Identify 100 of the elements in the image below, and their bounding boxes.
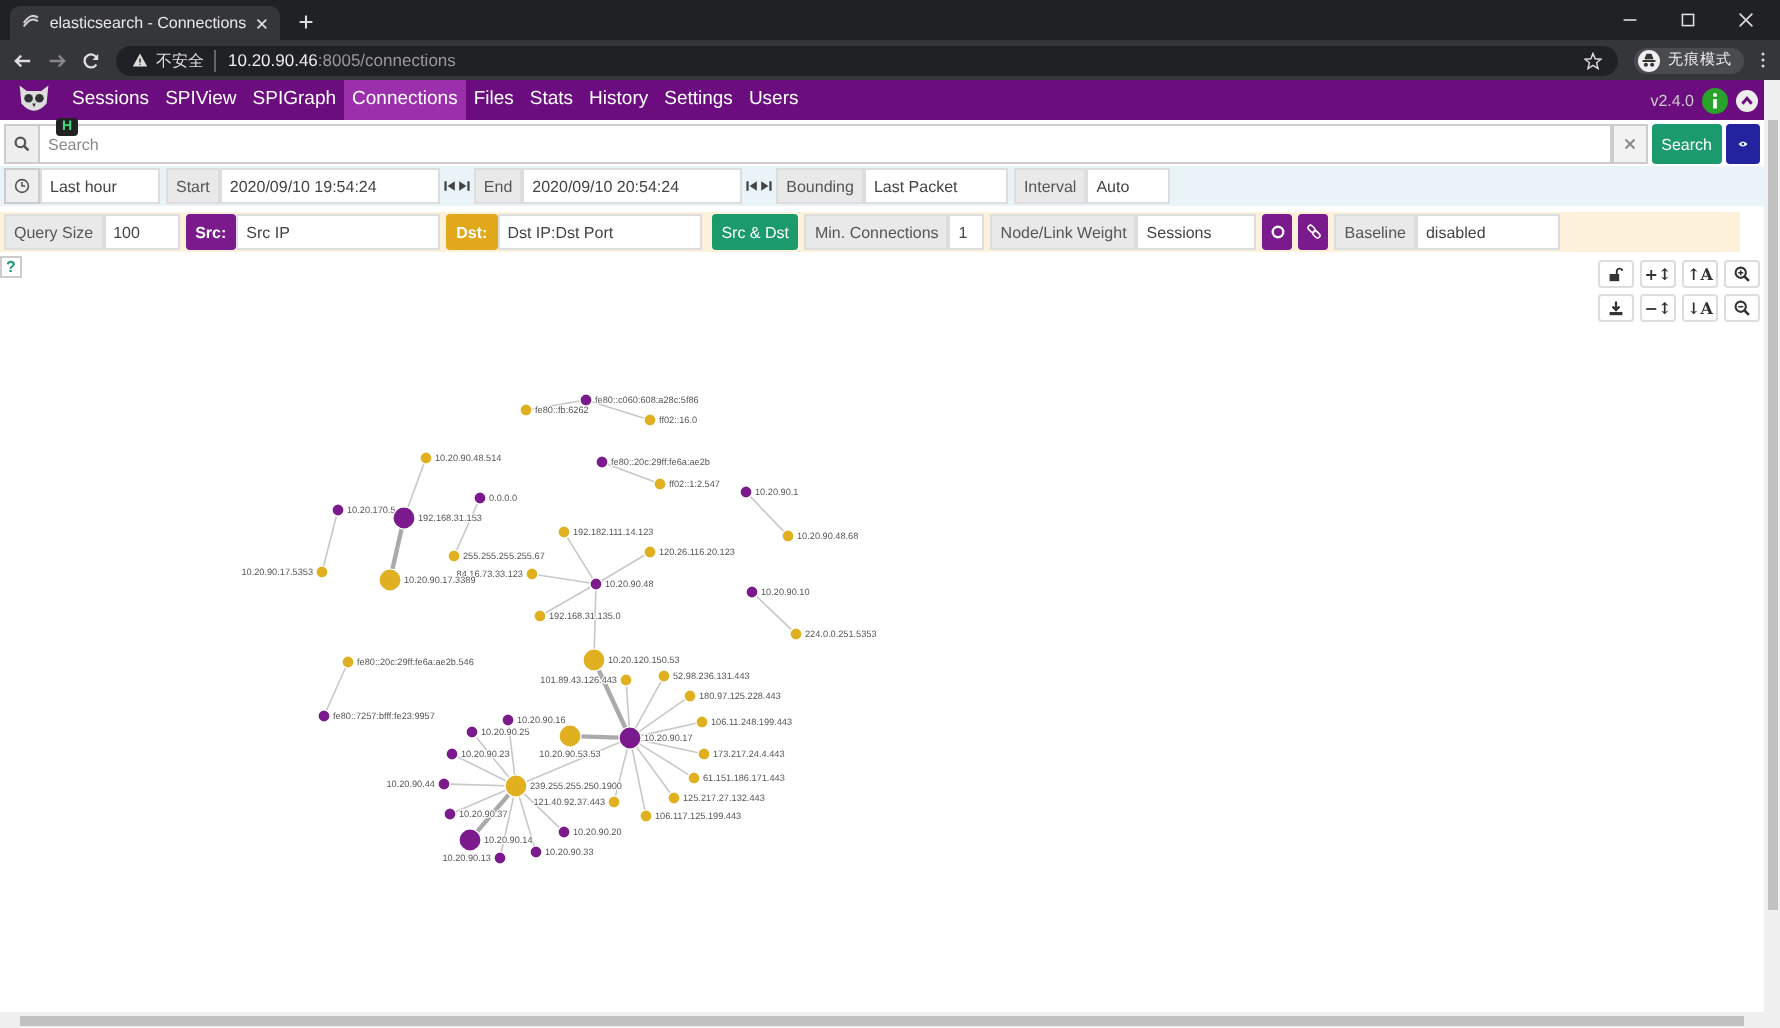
graph-node[interactable] [579, 393, 593, 407]
src-dst-button[interactable]: Src & Dst [711, 214, 799, 250]
graph-node[interactable] [619, 673, 633, 687]
skip-forward-icon [455, 178, 472, 194]
maximize-icon[interactable] [1680, 12, 1696, 28]
graph-node[interactable] [458, 828, 482, 852]
min-connections-select[interactable]: 1 [948, 214, 985, 250]
graph-node[interactable] [341, 655, 355, 669]
graph-control-button[interactable]: −↕ [1640, 294, 1676, 322]
graph-control-button[interactable]: ↑A [1682, 260, 1718, 288]
zoom-out-button[interactable] [1724, 294, 1760, 322]
graph-node[interactable] [525, 567, 539, 581]
graph-node[interactable] [618, 726, 642, 750]
graph-node[interactable] [687, 771, 701, 785]
graph-node[interactable] [683, 689, 697, 703]
graph-node[interactable] [697, 747, 711, 761]
graph-node[interactable] [317, 709, 331, 723]
graph-node[interactable] [447, 549, 461, 563]
graph-node[interactable] [653, 477, 667, 491]
graph-control-button[interactable]: ↓A [1682, 294, 1718, 322]
graph-node[interactable] [557, 525, 571, 539]
end-field[interactable]: 2020/09/10 20:54:24 [522, 168, 743, 204]
graph-node[interactable] [695, 715, 709, 729]
graph-control-button[interactable]: +↕ [1640, 260, 1676, 288]
graph-node[interactable] [465, 725, 479, 739]
graph-node[interactable] [315, 565, 329, 579]
graph-node[interactable] [595, 455, 609, 469]
nav-tab[interactable]: History [581, 80, 657, 120]
graph-node[interactable] [473, 491, 487, 505]
browser-tab[interactable]: elasticsearch - Connections [10, 6, 280, 40]
graph-node[interactable] [392, 506, 416, 530]
nav-tab[interactable]: Stats [521, 80, 582, 120]
graph-node[interactable] [589, 577, 603, 591]
nav-tab[interactable]: SPIGraph [244, 80, 345, 120]
search-button[interactable]: Search [1651, 124, 1722, 164]
nav-tab[interactable]: Connections [344, 80, 466, 120]
graph-node[interactable] [378, 568, 402, 592]
graph-node[interactable] [745, 585, 759, 599]
range-select[interactable]: Last hour [40, 168, 160, 204]
graph-node[interactable] [493, 851, 507, 865]
help-button[interactable]: ? [0, 256, 22, 278]
clear-button[interactable] [1611, 124, 1648, 164]
baseline-select[interactable]: disabled [1415, 214, 1560, 250]
graph-node[interactable] [529, 845, 543, 859]
menu-icon[interactable] [1760, 50, 1766, 70]
weight-select[interactable]: Sessions [1136, 214, 1257, 250]
reload-icon[interactable] [82, 51, 100, 69]
query-size-select[interactable]: 100 [103, 214, 180, 250]
download-button[interactable] [1598, 294, 1634, 322]
unlock-button[interactable] [1598, 260, 1634, 288]
collapse-icon[interactable] [1736, 89, 1758, 111]
info-icon[interactable] [1702, 87, 1728, 113]
nav-tab[interactable]: Files [465, 80, 522, 120]
graph-node[interactable] [437, 777, 451, 791]
graph-node[interactable] [519, 403, 533, 417]
graph-node[interactable] [781, 529, 795, 543]
download-icon [1608, 300, 1624, 316]
dst-field[interactable]: Dst IP:Dst Port [497, 214, 702, 250]
graph-node[interactable] [639, 809, 653, 823]
star-icon[interactable] [1584, 51, 1602, 69]
link-button[interactable] [1298, 214, 1329, 250]
bounding-select[interactable]: Last Packet [863, 168, 1008, 204]
baseline-label: Baseline [1334, 214, 1416, 250]
graph-node[interactable] [582, 648, 606, 672]
graph-node[interactable] [739, 485, 753, 499]
nav-tab[interactable]: Sessions [64, 80, 158, 120]
nav-tab[interactable]: Settings [656, 80, 741, 120]
graph-node[interactable] [331, 503, 345, 517]
horizontal-scrollbar[interactable] [0, 1012, 1764, 1028]
zoom-in-button[interactable] [1724, 260, 1760, 288]
view-button[interactable] [1726, 124, 1760, 164]
back-icon[interactable] [14, 51, 32, 69]
close-icon[interactable] [1738, 12, 1754, 28]
url-field[interactable]: 不安全 10.20.90.46:8005/connections [116, 45, 1618, 75]
new-tab-icon[interactable] [298, 14, 314, 30]
circle-button[interactable] [1262, 214, 1293, 250]
nav-tab[interactable]: Users [740, 80, 807, 120]
interval-select[interactable]: Auto [1086, 168, 1171, 204]
graph-node[interactable] [558, 724, 582, 748]
graph-node[interactable] [789, 627, 803, 641]
graph-node[interactable] [557, 825, 571, 839]
forward-icon[interactable] [48, 51, 66, 69]
nav-tab[interactable]: SPIView [157, 80, 245, 120]
graph-node[interactable] [445, 747, 459, 761]
graph-node[interactable] [443, 807, 457, 821]
graph-node[interactable] [501, 713, 515, 727]
close-icon[interactable] [256, 17, 268, 29]
graph-node[interactable] [504, 774, 528, 798]
graph-node[interactable] [643, 545, 657, 559]
graph-node[interactable] [419, 451, 433, 465]
start-field[interactable]: 2020/09/10 19:54:24 [219, 168, 440, 204]
graph-edge [600, 554, 646, 582]
graph-node[interactable] [533, 609, 547, 623]
graph-node[interactable] [607, 795, 621, 809]
graph-node[interactable] [667, 791, 681, 805]
graph-node[interactable] [643, 413, 657, 427]
weight-label: Node/Link Weight [990, 214, 1137, 250]
graph-node[interactable] [657, 669, 671, 683]
src-field[interactable]: Src IP [236, 214, 441, 250]
vertical-scrollbar[interactable] [1764, 80, 1780, 1028]
